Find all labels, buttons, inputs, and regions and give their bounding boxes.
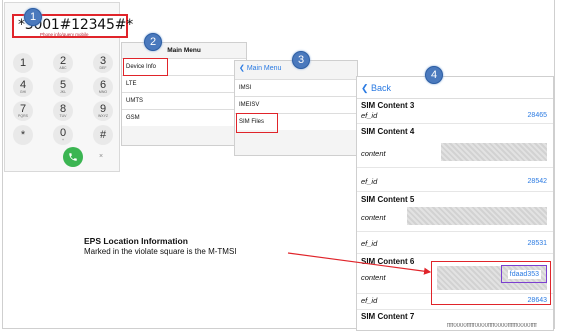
tutorial-figure: 1 2 ABC 3 DEF 4 GHI 5 JKL 6 MNO 7 PQRS 8 TUV 9 WXYZ * 0 + # …	[0, 0, 561, 331]
annotation-arrow	[287, 252, 432, 275]
